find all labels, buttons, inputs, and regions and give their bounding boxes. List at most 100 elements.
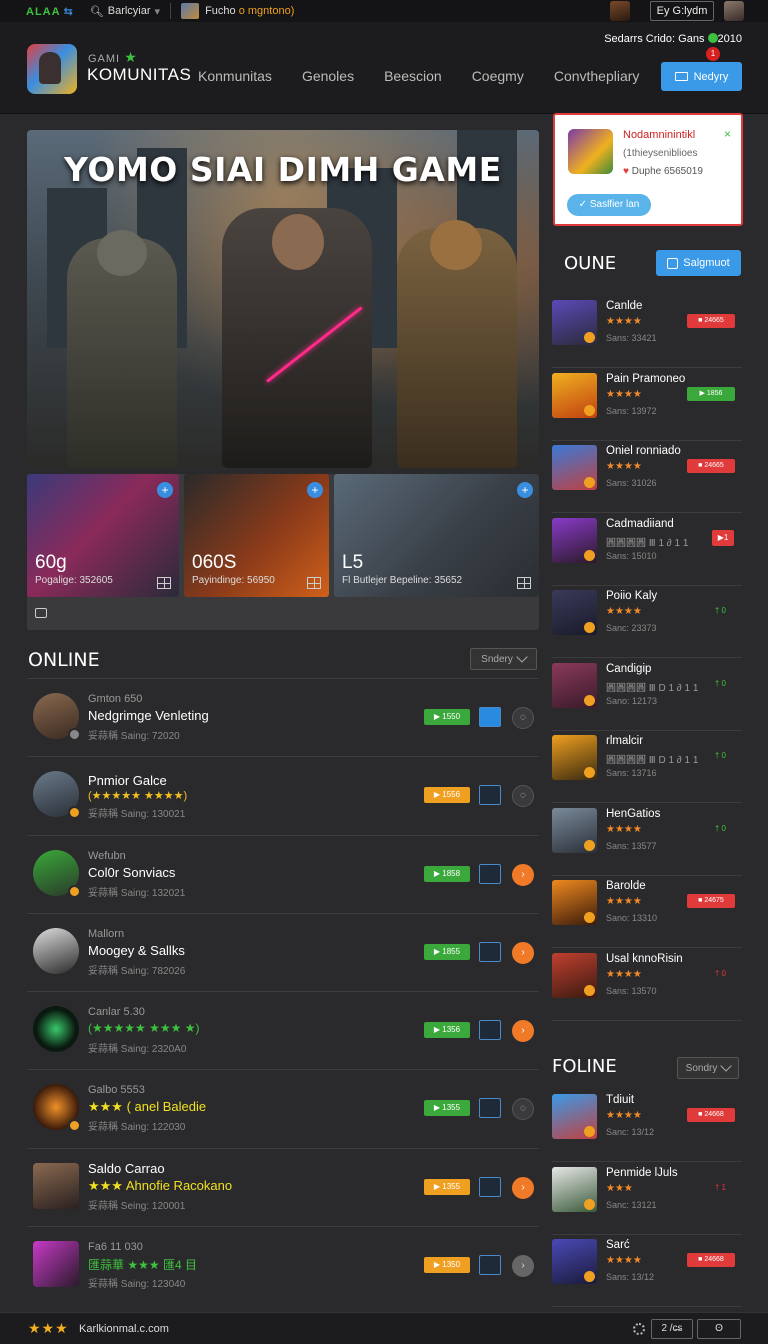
rating-stars: ★★★★ (606, 606, 642, 617)
controller-icon[interactable] (479, 1098, 501, 1119)
item-meta: Sans: 13716 (606, 768, 657, 778)
controller-icon[interactable] (479, 863, 501, 884)
status-badge[interactable]: ■ 24668 (687, 1253, 735, 1267)
right-offline-title: FOLINE (552, 1056, 617, 1077)
controller-icon[interactable] (479, 1020, 501, 1041)
nav-item-komunitas[interactable]: Konmunitas (198, 68, 272, 84)
side-list-item[interactable]: Sarć ★★★★ Sans: 13/12 ■ 24668 (552, 1235, 742, 1307)
status-badge[interactable]: ▶ 1356 (424, 1022, 470, 1039)
featured-thumb[interactable]: + 60g Pogalige: 352605 (27, 474, 179, 597)
list-item[interactable]: Wefubn Col0r Sonviacs 妥蒜稱 Saing: 132021 … (27, 834, 539, 913)
list-item[interactable]: Mallorn Moogey & Sallks 妥蒜稱 Saing: 78202… (27, 912, 539, 991)
side-list-item[interactable]: HenGatios ★★★★ Sans: 13577 † 0 (552, 804, 742, 876)
status-badge[interactable]: † 0 (715, 969, 726, 978)
play-icon[interactable]: › (512, 1176, 534, 1199)
status-badge[interactable]: † 0 (715, 606, 726, 615)
nav-item-genres[interactable]: Genoles (302, 68, 354, 84)
side-list-item[interactable]: Canlde ★★★★ Sans: 33421 ■ 24665 (552, 296, 742, 368)
online-sort-button[interactable]: Sndery (470, 648, 537, 670)
status-badge[interactable]: ▶ 1858 (424, 865, 470, 882)
side-list-item[interactable]: Pain Pramoneo ★★★★ Sans: 13972 ▶ 1856 (552, 369, 742, 441)
plus-icon[interactable]: + (517, 482, 533, 498)
top-search[interactable]: 🔍︎ Barlcyiar ▾ (90, 3, 172, 19)
notification-action-button[interactable]: ✓ Saslfier lan (567, 194, 651, 216)
grid-icon[interactable] (307, 577, 321, 589)
gallery-icon[interactable] (35, 608, 47, 618)
status-badge[interactable]: † 0 (715, 679, 726, 688)
controller-icon[interactable] (479, 941, 501, 962)
status-badge[interactable]: † 1 (715, 1183, 726, 1192)
play-icon[interactable]: › (512, 1020, 534, 1043)
status-badge[interactable]: ■ 24665 (687, 459, 735, 473)
notification-card[interactable]: Nodamninintikl (1thieyseniblioes ♥ Duphe… (553, 113, 743, 226)
status-badge[interactable]: ▶ 1855 (424, 943, 470, 960)
featured-thumb[interactable]: + L5 Fl Butlejer Bepeline: 35652 (334, 474, 539, 597)
header-cta-button[interactable]: Nedyry (661, 62, 742, 91)
status-badge[interactable]: ■ 24668 (687, 1108, 735, 1122)
list-item[interactable]: Pnmior Galce (★★★★★ ★★★★) 妥蒜稱 Saing: 130… (27, 756, 539, 834)
list-item[interactable]: Canlar 5.30 (★★★★★ ★★★ ★) 妥蒜稱 Saing: 232… (27, 991, 539, 1069)
plus-icon[interactable]: + (307, 482, 323, 498)
list-item[interactable]: Fa6 11 030 匯蒜華 ★★★ 匯4 目 妥蒜稱 Saing: 12304… (27, 1226, 539, 1304)
status-badge[interactable]: ■ 24675 (687, 894, 735, 908)
status-badge[interactable]: ▶ 1350 (424, 1257, 470, 1274)
status-badge[interactable]: † 0 (715, 824, 726, 833)
side-list-item[interactable]: Tdiuit ★★★★ Sanc: 13/12 ■ 24668 (552, 1090, 742, 1162)
nav-item-competitions[interactable]: Convthepliary (554, 68, 640, 84)
grid-icon[interactable] (517, 577, 531, 589)
controller-icon[interactable] (479, 785, 501, 806)
side-list-item[interactable]: Penmide lJuls ★★★ Sanc: 13121 † 1 (552, 1163, 742, 1235)
hero-banner[interactable]: YOMO SIAI DIMH GAME (27, 130, 539, 468)
nav-item-company[interactable]: Coegmy (472, 68, 524, 84)
plus-icon[interactable]: + (157, 482, 173, 498)
user-box[interactable]: Ey G:lydm (650, 1, 714, 21)
offline-sort-button[interactable]: Sondry (677, 1057, 739, 1079)
side-list-item[interactable]: Oniel ronniado ★★★★ Sans: 31026 ■ 24665 (552, 441, 742, 513)
status-badge[interactable]: ▶ 1556 (424, 787, 470, 804)
side-list-item[interactable]: Cadmadiiand 圓圓圓圓 Ⅲ 1 ∂ 1 1 Sans: 15010 ▶1 (552, 514, 742, 586)
list-item[interactable]: Saldo Carrao ★★★ Ahnofie Racokano 妥蒜稱 Se… (27, 1147, 539, 1226)
search-label: Barlcyiar (107, 5, 151, 17)
side-list-item[interactable]: Candigip 圓圓圓圓 Ⅲ D 1 ∂ 1 1 Sano: 12173 † 0 (552, 659, 742, 731)
right-online-button[interactable]: Salgmuot (656, 250, 741, 276)
controller-icon[interactable] (479, 1176, 501, 1197)
list-item[interactable]: Gmton 650 Nedgrimge Venleting 妥蒜稱 Saing:… (27, 678, 539, 756)
side-list-item[interactable]: Usal knnoRisin ★★★★ Sans: 13570 † 0 (552, 949, 742, 1021)
status-badge[interactable]: ▶1 (712, 529, 734, 546)
more-icon[interactable]: ◌ (512, 785, 534, 808)
avatar[interactable] (724, 1, 744, 21)
status-badge[interactable]: ▶ 1355 (424, 1100, 470, 1117)
side-list-item[interactable]: rlmalcir 圓圓圓圓 Ⅲ D 1 ∂ 1 1 Sans: 13716 † 0 (552, 731, 742, 803)
status-badge[interactable]: ■ 24665 (687, 314, 735, 328)
side-list-item[interactable]: Barolde ★★★★ Sano: 13310 ■ 24675 (552, 876, 742, 948)
status-badge[interactable]: † 0 (715, 751, 726, 760)
play-icon[interactable]: › (512, 1255, 534, 1278)
controller-icon[interactable] (479, 1255, 501, 1276)
status-badge[interactable]: ▶ 1550 (424, 709, 470, 725)
rating-stars: ★★★★ (606, 896, 642, 907)
more-icon[interactable]: ◌ (512, 707, 534, 729)
play-icon[interactable]: › (512, 863, 534, 886)
top-logo[interactable]: ALAA ⇆ (26, 5, 74, 18)
grid-icon[interactable] (157, 577, 171, 589)
list-item[interactable]: Galbo 5553 ★★★ ( anel Baledie 妥蒜稱 Saing:… (27, 1069, 539, 1147)
footer-site-link[interactable]: Karlkionmal.c.com (79, 1323, 169, 1335)
status-badge[interactable]: ▶ 1355 (424, 1178, 470, 1195)
gear-icon[interactable] (633, 1323, 645, 1335)
row-meta: 妥蒜稱 Saing: 782026 (88, 965, 186, 977)
footer-page-box[interactable]: 2 /ᴄ̶s (651, 1319, 693, 1339)
nav-item-sessions[interactable]: Beescion (384, 68, 442, 84)
footer-settings-box[interactable]: ʘ (697, 1319, 741, 1339)
notification-badge[interactable]: 1 (706, 47, 720, 61)
more-icon[interactable]: ◌ (512, 1098, 534, 1121)
brand-title[interactable]: KOMUNITAS (87, 65, 191, 85)
controller-icon[interactable] (479, 707, 501, 727)
status-badge[interactable]: ▶ 1856 (687, 386, 735, 401)
featured-thumb[interactable]: + 060S Payindinge: 56950 (184, 474, 329, 597)
avatar[interactable] (610, 1, 630, 21)
tab-text[interactable]: Fucho o mgntono) (205, 5, 294, 17)
brand-logo-icon[interactable] (27, 44, 77, 94)
side-list-item[interactable]: Poiio Kaly ★★★★ Sanc: 23373 † 0 (552, 586, 742, 658)
play-icon[interactable]: › (512, 941, 534, 964)
close-icon[interactable]: × (724, 127, 731, 141)
